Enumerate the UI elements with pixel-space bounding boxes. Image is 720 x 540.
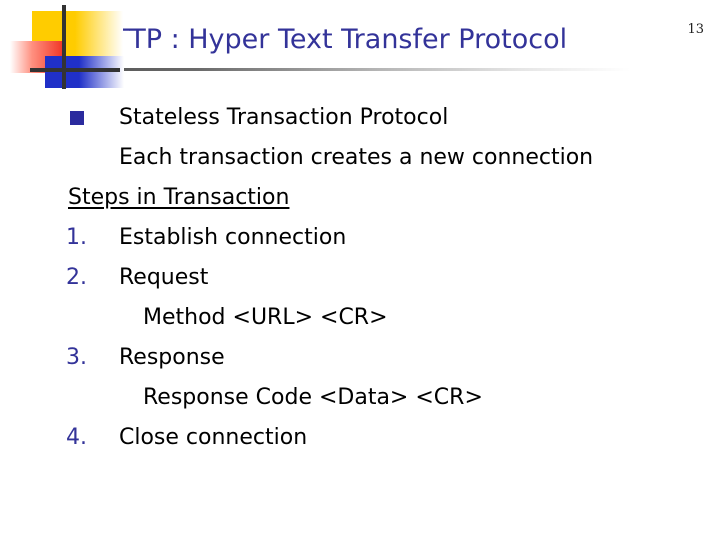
header-decoration-graphic	[0, 0, 130, 95]
content-line: Stateless Transaction Protocol	[0, 98, 720, 138]
content-line: 1. Establish connection	[0, 218, 720, 258]
square-bullet-icon	[70, 111, 84, 125]
content-line: Each transaction creates a new connectio…	[0, 138, 720, 178]
content-text: Close connection	[119, 425, 308, 450]
content-text: Establish connection	[119, 225, 347, 250]
content-text: Method <URL> <CR>	[143, 305, 388, 330]
list-number: 3.	[66, 345, 87, 370]
vertical-line-icon	[62, 5, 66, 89]
list-number: 2.	[66, 265, 87, 290]
list-number: 1.	[66, 225, 87, 250]
blue-gradient-icon	[79, 56, 124, 88]
content-line: 4. Close connection	[0, 418, 720, 458]
content-line: Method <URL> <CR>	[0, 298, 720, 338]
content-line: Steps in Transaction	[0, 178, 720, 218]
list-number: 4.	[66, 425, 87, 450]
section-heading: Steps in Transaction	[68, 185, 290, 210]
yellow-gradient-icon	[75, 11, 123, 56]
horizontal-line-icon	[30, 68, 120, 72]
content-line: 3. Response	[0, 338, 720, 378]
content-text: Response	[119, 345, 225, 370]
slide-content: Stateless Transaction Protocol Each trans…	[0, 98, 720, 538]
content-text: Response Code <Data> <CR>	[143, 385, 483, 410]
content-text: Request	[119, 265, 209, 290]
content-text: Stateless Transaction Protocol	[119, 105, 449, 130]
content-text: Each transaction creates a new connectio…	[119, 145, 594, 170]
content-line: 2. Request	[0, 258, 720, 298]
page-number: 13	[687, 22, 704, 37]
content-line: Response Code <Data> <CR>	[0, 378, 720, 418]
